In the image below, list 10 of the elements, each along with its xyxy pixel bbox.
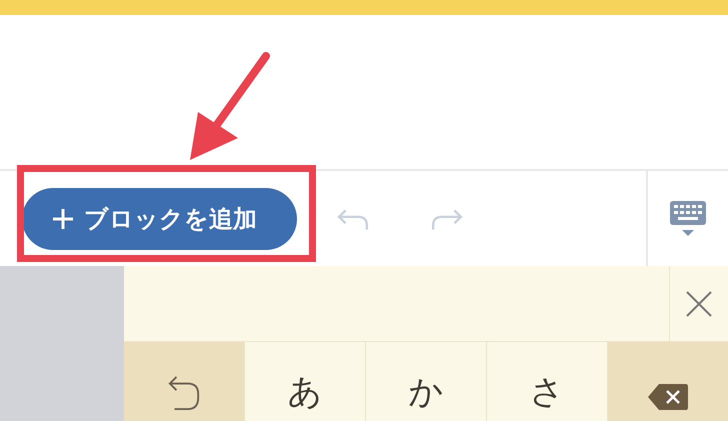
backspace-icon: [647, 383, 689, 411]
delete-key[interactable]: [608, 342, 728, 421]
kana-key[interactable]: か: [366, 342, 487, 421]
kana-key[interactable]: あ: [245, 342, 366, 421]
undo-icon: [167, 375, 201, 411]
close-icon[interactable]: [686, 290, 712, 316]
plus-icon: [52, 208, 74, 230]
kana-key[interactable]: さ: [487, 342, 608, 421]
add-block-button[interactable]: ブロックを追加: [22, 188, 297, 250]
keyboard-hide-icon[interactable]: [668, 198, 708, 238]
